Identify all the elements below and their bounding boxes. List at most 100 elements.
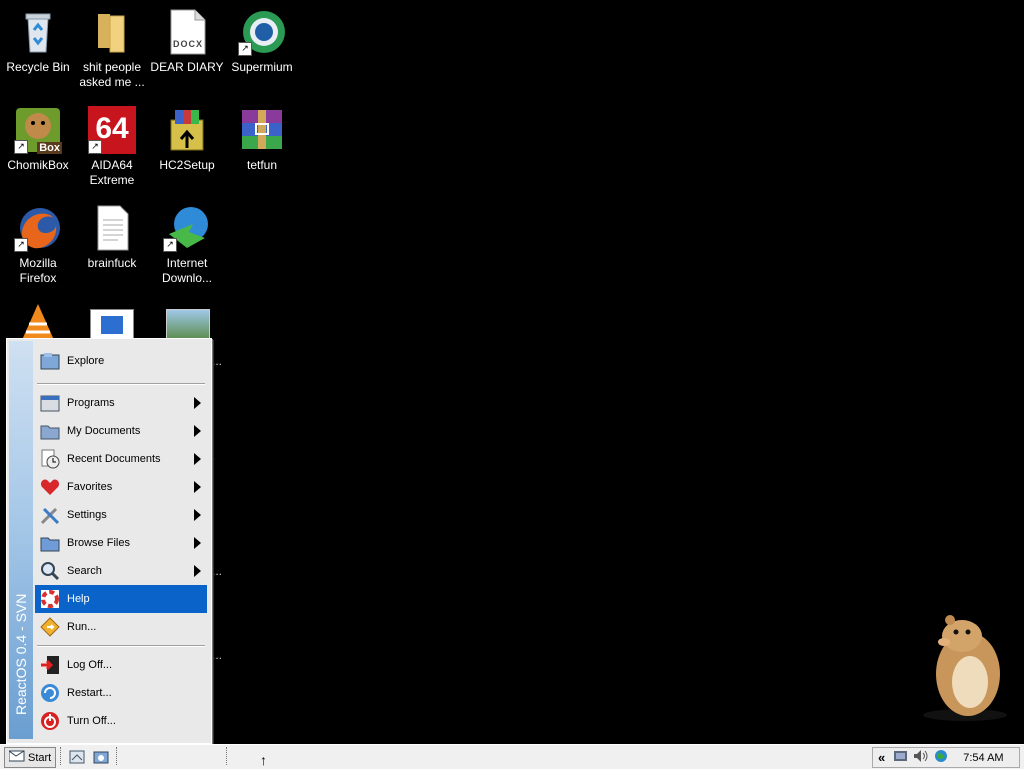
menu-item-label: Recent Documents [67,453,161,465]
recent-documents-icon [39,448,61,470]
desktop-icon-label: Supermium [231,60,293,74]
submenu-arrow-icon [194,509,201,521]
tray-collapse-button[interactable]: « [878,750,885,765]
menu-item-label: Settings [67,509,107,521]
hidden-icon-label: ... [212,648,223,662]
system-tray: « 7:54 AM [872,747,1020,768]
desktop-icon-chomikbox[interactable]: Box ↗ ChomikBox [0,106,76,173]
log-off-icon [39,654,61,676]
submenu-arrow-icon [194,537,201,549]
volume-icon[interactable] [913,749,929,766]
docx-badge: DOCX [173,39,204,49]
desktop-icon-aida64[interactable]: 64 ↗ AIDA64 Extreme [74,106,150,188]
run-icon [39,616,61,638]
start-button[interactable]: Start [4,747,56,768]
desktop-icon-firefox[interactable]: ↗ Mozilla Firefox [0,204,76,286]
menu-item-search[interactable]: Search [35,557,207,585]
download-manager-icon: ↗ [163,204,211,252]
hidden-icon-label: ... [212,354,223,368]
recycle-bin-icon [14,8,62,56]
desktop-icon-label: ChomikBox [7,158,69,172]
menu-item-label: Programs [67,397,115,409]
menu-item-label: Log Off... [67,659,113,671]
desktop-icon-brainfuck[interactable]: brainfuck [74,204,150,271]
menu-item-settings[interactable]: Settings [35,501,207,529]
hidden-icon-label: ... [212,564,223,578]
menu-item-label: Help [67,593,90,605]
shortcut-arrow-icon: ↗ [14,140,28,154]
hamster-mascot-image[interactable] [920,612,1010,725]
menu-item-label: Run... [67,621,97,633]
programs-icon [39,392,61,414]
search-icon [39,560,61,582]
menu-item-favorites[interactable]: Favorites [35,473,207,501]
menu-item-restart[interactable]: Restart... [35,679,207,707]
settings-tools-icon [39,504,61,526]
desktop-icon-label: AIDA64 Extreme [89,158,135,187]
desktop-icon-tetfun[interactable]: tetfun [224,106,300,173]
start-menu: ReactOS 0.4 - SVN Explore Programs My Do… [6,338,212,744]
text-file-icon [88,204,136,252]
my-documents-icon [39,420,61,442]
submenu-arrow-icon [194,397,201,409]
explorer-quicklaunch-icon[interactable] [92,748,110,766]
firefox-icon: ↗ [14,204,62,252]
folder-icon [39,532,61,554]
menu-item-label: My Documents [67,425,141,437]
image-file-icon[interactable] [166,309,210,341]
menu-item-explore[interactable]: Explore [35,343,207,379]
submenu-arrow-icon [194,481,201,493]
desktop-icon-recycle-bin[interactable]: Recycle Bin [0,8,76,75]
desktop-icon-label: shit people asked me ... [79,60,145,89]
start-menu-banner: ReactOS 0.4 - SVN [9,341,33,739]
vlc-icon[interactable] [18,302,58,343]
desktop-icon-label: HC2Setup [159,158,215,172]
network-icon[interactable] [893,749,909,766]
menu-item-turn-off[interactable]: Turn Off... [35,707,207,735]
submenu-arrow-icon [194,453,201,465]
globe-network-icon[interactable] [933,749,949,766]
chomikbox-icon: Box ↗ [14,106,62,154]
shortcut-arrow-icon: ↗ [163,238,177,252]
menu-item-label: Explore [67,355,105,367]
supermium-icon: ↗ [238,8,286,56]
desktop-icon-hc2setup[interactable]: HC2Setup [149,106,225,173]
desktop-icon-label: Internet Downlo... [161,256,213,285]
mouse-cursor: ↑ [260,752,267,768]
taskbar-grip[interactable] [60,747,63,765]
submenu-arrow-icon [194,425,201,437]
power-icon [39,710,61,732]
menu-item-my-documents[interactable]: My Documents [35,417,207,445]
start-label: Start [28,751,52,764]
menu-item-run[interactable]: Run... [35,613,207,641]
desktop-icon-dear-diary[interactable]: DOCX DEAR DIARY [149,8,225,75]
winrar-archive-icon [238,106,286,154]
clock[interactable]: 7:54 AM [963,752,1003,764]
menu-item-log-off[interactable]: Log Off... [35,651,207,679]
aida64-icon: 64 ↗ [88,106,136,154]
explore-icon [39,350,61,372]
menu-item-help[interactable]: Help [35,585,207,613]
desktop-icon-folder[interactable]: shit people asked me ... [74,8,150,90]
menu-item-label: Search [67,565,102,577]
folder-icon [88,8,136,56]
menu-item-programs[interactable]: Programs [35,389,207,417]
taskbar: Start ↑ « 7:54 AM [0,744,1024,769]
desktop-icon-label: tetfun [246,158,278,172]
show-desktop-icon[interactable] [68,748,86,766]
menu-separator [37,383,205,385]
menu-item-browse-files[interactable]: Browse Files [35,529,207,557]
desktop-icon-internet-download[interactable]: ↗ Internet Downlo... [149,204,225,286]
menu-item-recent-documents[interactable]: Recent Documents [35,445,207,473]
document-icon[interactable] [90,309,134,341]
taskbar-grip[interactable] [116,747,119,765]
docx-file-icon: DOCX [163,8,211,56]
menu-item-label: Favorites [67,481,113,493]
banner-text: ReactOS 0.4 - SVN [13,593,29,715]
menu-item-label: Browse Files [67,537,130,549]
desktop-icon-supermium[interactable]: ↗ Supermium [224,8,300,75]
taskbar-grip[interactable] [226,747,229,765]
heart-icon [39,476,61,498]
menu-item-label: Restart... [67,687,112,699]
restart-icon [39,682,61,704]
